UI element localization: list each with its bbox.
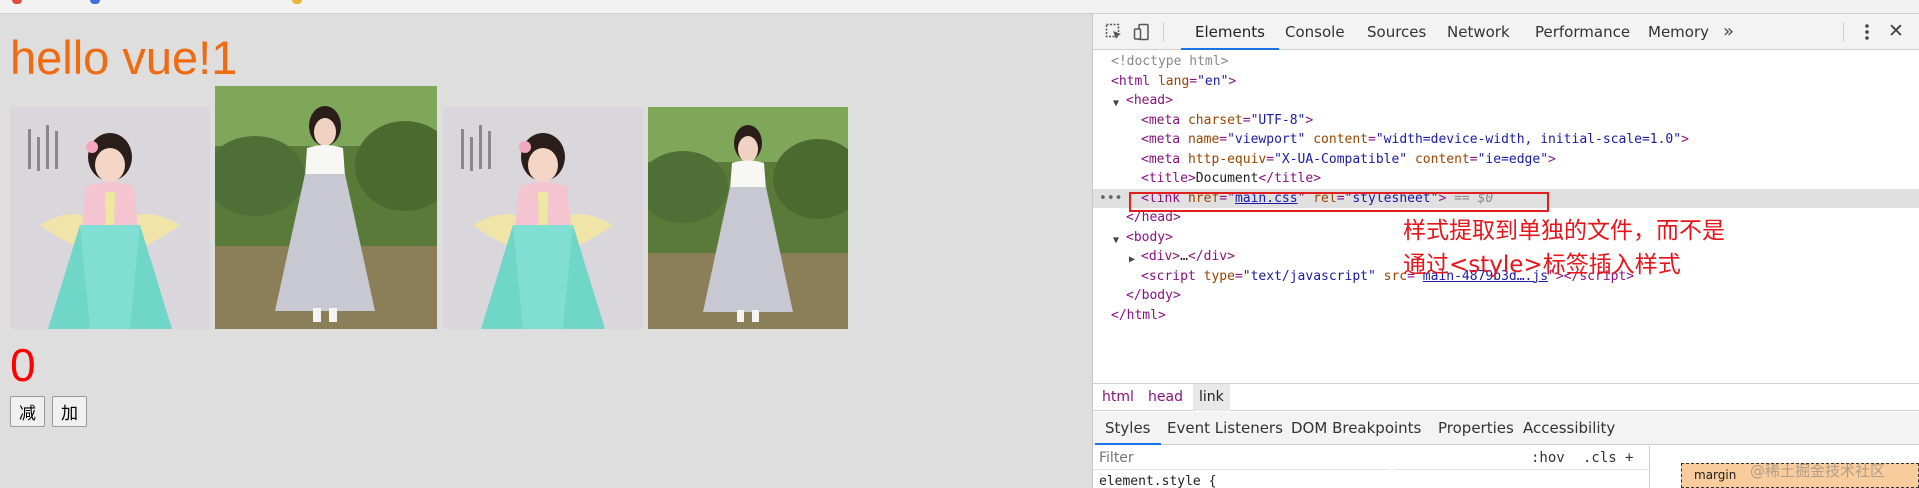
html-attr: lang — [1157, 73, 1190, 89]
body-tag: body — [1133, 229, 1166, 245]
head-tag: head — [1133, 93, 1166, 108]
attr-name: name — [1187, 132, 1220, 147]
filter-bar: :hov .cls + — [1093, 446, 1650, 470]
kebab-menu-icon[interactable] — [1860, 23, 1874, 41]
counter-value: 0 — [10, 339, 36, 391]
photo-girl-grey-skirt — [648, 107, 848, 329]
tab-properties[interactable]: Properties — [1438, 412, 1514, 445]
html-attr-value: "en" — [1197, 73, 1229, 89]
breadcrumb-link[interactable]: link — [1193, 384, 1230, 411]
tab-event-listeners[interactable]: Event Listeners — [1167, 412, 1283, 445]
dom-node-body-close[interactable]: </body> — [1093, 286, 1919, 306]
page-heading: hello vue!1 — [10, 31, 238, 84]
class-toggle[interactable]: .cls — [1583, 446, 1617, 470]
tab-memory[interactable]: Memory — [1646, 14, 1711, 50]
tab-accessibility[interactable]: Accessibility — [1523, 412, 1615, 445]
dom-node-meta-charset[interactable]: <meta charset="UTF-8"> — [1093, 111, 1919, 131]
dom-node-html-close[interactable]: </html> — [1093, 306, 1919, 326]
device-toolbar-icon[interactable] — [1133, 23, 1151, 41]
attr-value: "UTF-8" — [1250, 112, 1306, 128]
attr-name: content — [1414, 151, 1470, 167]
breadcrumb-html[interactable]: html — [1102, 384, 1134, 411]
photo-girl-hanfu — [10, 107, 210, 329]
styles-pane: :hov .cls + element.style { — [1093, 446, 1650, 488]
photo-girl-grey-skirt — [215, 86, 437, 329]
attr-name: content — [1313, 132, 1369, 147]
dom-node-title[interactable]: <title>Document</title> — [1093, 169, 1919, 189]
devtools-panel: Elements Console Sources Network Perform… — [1092, 14, 1919, 488]
attr-name: http-equiv — [1187, 151, 1267, 167]
hover-state-toggle[interactable]: :hov — [1531, 446, 1565, 470]
html-tag: html — [1118, 73, 1151, 89]
attr-value: "width=device-width, initial-scale=1.0" — [1375, 132, 1682, 147]
dom-node-doctype[interactable]: <!doctype html> — [1093, 52, 1919, 72]
toolbar-divider — [1843, 22, 1844, 42]
attr-value: "ie=edge" — [1477, 151, 1549, 167]
dom-node-meta-viewport[interactable]: <meta name="viewport" content="width=dev… — [1093, 130, 1919, 150]
more-tabs-icon[interactable]: » — [1723, 14, 1734, 50]
toolbar-divider — [1163, 22, 1164, 42]
add-rule-button[interactable]: + — [1625, 446, 1633, 470]
doctype-text: <!doctype html> — [1111, 54, 1229, 69]
increment-button[interactable]: 加 — [52, 396, 87, 427]
attr-name: type — [1203, 268, 1235, 284]
browser-top-strip — [0, 0, 1919, 14]
dom-node-head[interactable]: ▼ <head> — [1093, 91, 1919, 111]
element-style-rule[interactable]: element.style { — [1099, 474, 1216, 488]
ellipsis-icon[interactable]: ••• — [1099, 189, 1122, 209]
attr-name: charset — [1187, 112, 1243, 128]
close-devtools-icon[interactable]: ✕ — [1888, 20, 1904, 42]
styles-tabbar: Styles Event Listeners DOM Breakpoints P… — [1093, 412, 1919, 445]
attr-value: "text/javascript" — [1242, 268, 1376, 284]
attr-value: "X-UA-Compatible" — [1274, 151, 1408, 167]
tab-styles[interactable]: Styles — [1095, 412, 1160, 445]
box-model-pane: margin — [1651, 446, 1919, 488]
inspect-element-icon[interactable] — [1105, 23, 1123, 41]
decrement-button[interactable]: 减 — [10, 396, 45, 427]
title-text: Document — [1195, 171, 1259, 186]
annotation-line-1: 样式提取到单独的文件，而不是 — [1403, 218, 1725, 244]
tab-performance[interactable]: Performance — [1533, 14, 1632, 50]
box-model-margin[interactable]: margin — [1681, 463, 1919, 488]
dom-node-meta-compat[interactable]: <meta http-equiv="X-UA-Compatible" conte… — [1093, 150, 1919, 170]
favicon-dot — [292, 0, 302, 4]
tab-dom-breakpoints[interactable]: DOM Breakpoints — [1291, 412, 1421, 445]
filter-input[interactable] — [1099, 448, 1479, 468]
annotation-line-2: 通过<style>标签插入样式 — [1403, 252, 1681, 278]
highlight-annotation-box — [1129, 192, 1549, 212]
photo-girl-hanfu — [443, 107, 643, 329]
favicon-dot — [90, 0, 100, 4]
tab-sources[interactable]: Sources — [1365, 14, 1428, 50]
breadcrumb: html head link — [1093, 383, 1919, 411]
dom-node-html[interactable]: <html lang="en"> — [1093, 72, 1919, 92]
collapsed-content: … — [1180, 249, 1188, 264]
page-viewport: hello vue!1 0 减 加 — [0, 14, 1092, 488]
favicon-dot — [12, 0, 22, 4]
devtools-toolbar: Elements Console Sources Network Perform… — [1093, 14, 1919, 50]
tab-console[interactable]: Console — [1283, 14, 1347, 50]
breadcrumb-head[interactable]: head — [1148, 384, 1183, 411]
attr-value: "viewport" — [1227, 132, 1306, 147]
tab-elements[interactable]: Elements — [1181, 14, 1279, 50]
tab-network[interactable]: Network — [1445, 14, 1512, 50]
